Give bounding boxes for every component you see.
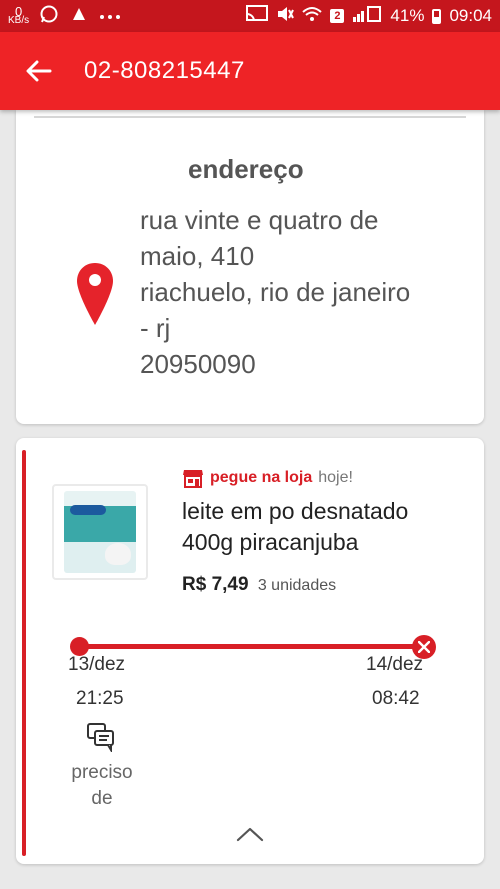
mute-icon (276, 5, 295, 28)
chat-label[interactable]: preciso de (62, 760, 142, 812)
address-card: endereço rua vinte e quatro de maio, 410… (16, 110, 484, 424)
product-image[interactable] (52, 484, 148, 580)
page-title: 02-808215447 (84, 57, 245, 84)
milk-package-image (64, 491, 136, 573)
back-button[interactable] (0, 32, 78, 110)
start-time: 21:25 (76, 688, 124, 709)
store-icon (183, 470, 203, 488)
end-time: 08:42 (372, 688, 420, 709)
clock: 09:04 (449, 6, 492, 25)
status-bar-right: 2 41% 09:04 (246, 4, 492, 28)
location-pin-icon (76, 262, 114, 331)
product-name-line: leite em po desnatado (182, 498, 409, 524)
price-value: R$ 7,49 (182, 574, 249, 595)
whatsapp-icon (39, 4, 59, 29)
order-accent-bar (22, 450, 26, 856)
signal-icon (352, 5, 382, 27)
more-icon (99, 6, 121, 26)
timeline-track (78, 644, 428, 649)
close-icon (418, 641, 430, 653)
product-name-line: 400g piracanjuba (182, 529, 359, 555)
end-date: 14/dez (366, 654, 424, 675)
pickup-info: pegue na loja hoje! (182, 468, 353, 488)
battery-percent: 41% (390, 6, 425, 25)
network-speed: 0 KB/s (8, 5, 30, 26)
chevron-up-icon[interactable] (236, 826, 264, 847)
sim-badge: 2 (330, 9, 345, 23)
order-card[interactable]: pegue na loja hoje! leite em po desnatad… (16, 438, 484, 864)
address-line: riachuelo, rio de janeiro (140, 277, 411, 307)
app-bar: 02-808215447 (0, 32, 500, 110)
address-heading: endereço (188, 154, 304, 184)
pickup-when: hoje! (318, 469, 353, 486)
divider (34, 116, 466, 118)
address-line: rua vinte e quatro de (140, 205, 379, 235)
chat-label-line: de (91, 788, 113, 809)
cast-icon (246, 4, 269, 28)
start-date: 13/dez (68, 654, 126, 675)
product-price: R$ 7,49 3 unidades (182, 574, 336, 596)
chat-icon[interactable] (86, 722, 116, 757)
quantity: 3 unidades (257, 577, 337, 594)
address-line: - rj (140, 313, 171, 343)
notification-icon (69, 4, 89, 29)
address-line: maio, 410 (140, 241, 255, 271)
arrow-back-icon (26, 60, 52, 82)
status-bar: 0 KB/s 2 41% 09:04 (0, 0, 500, 32)
network-speed-unit: KB/s (8, 15, 30, 26)
battery-icon (432, 8, 442, 24)
address-line: 20950090 (140, 349, 256, 379)
product-name: leite em po desnatado 400g piracanjuba (182, 496, 472, 558)
address-lines: rua vinte e quatro de maio, 410 riachuel… (140, 202, 460, 382)
chat-label-line: preciso (71, 762, 133, 783)
wifi-icon (302, 6, 323, 27)
status-bar-left: 0 KB/s (8, 4, 121, 29)
pickup-label: pegue na loja (210, 469, 313, 486)
